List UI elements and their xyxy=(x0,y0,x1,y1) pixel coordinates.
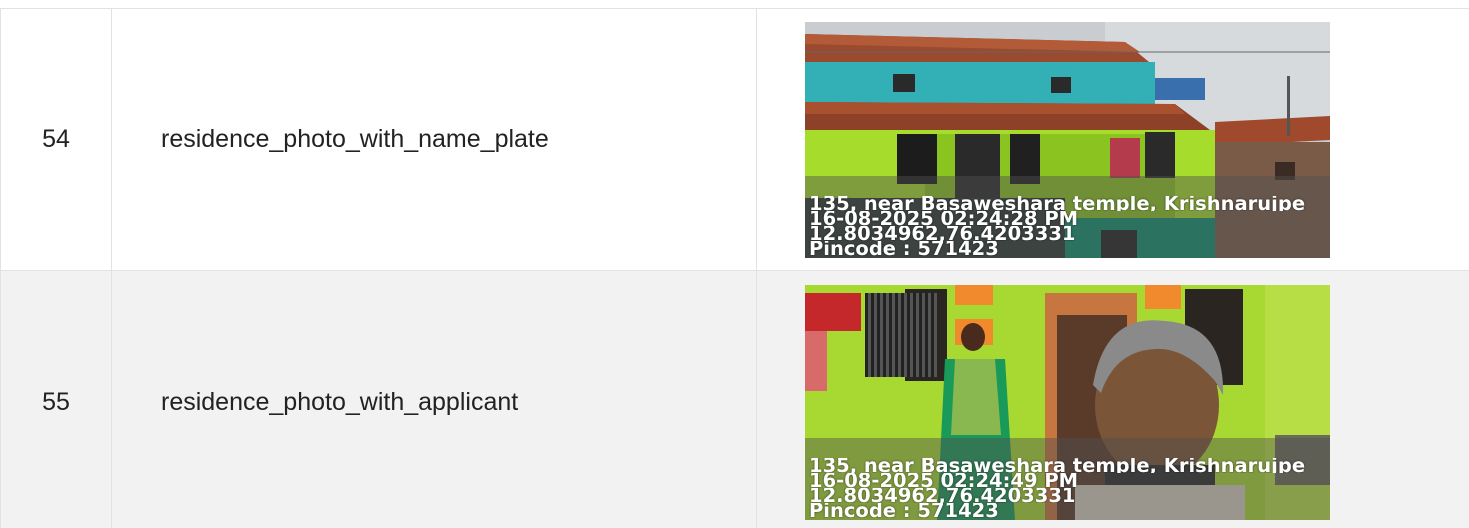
stamp-coordinates: 12.8034962,76.4203331 xyxy=(809,488,1076,503)
geotag-stamp: 135, near Basaweshara temple, Krishnaruj… xyxy=(809,458,1330,520)
stamp-coordinates: 12.8034962,76.4203331 xyxy=(809,225,1076,241)
document-name: residence_photo_with_applicant xyxy=(111,270,757,528)
stamp-address: 135, near Basaweshara temple, Krishnaruj… xyxy=(809,195,1306,211)
photo-cell: 135, near Basaweshara temple, Krishnaruj… xyxy=(756,270,1469,528)
geotag-stamp: 135, near Basaweshara temple, Krishnaruj… xyxy=(809,196,1330,258)
residence-photo[interactable]: 135, near Basaweshara temple, Krishnaruj… xyxy=(805,21,1330,258)
row-number: 55 xyxy=(0,270,112,528)
stamp-pincode: Pincode : 571423 xyxy=(809,240,999,256)
documents-table-container: 54 residence_photo_with_name_plate 135, … xyxy=(0,0,1469,528)
photo-cell: 135, near Basaweshara temple, Krishnaruj… xyxy=(756,8,1469,271)
stamp-datetime: 16-08-2025 02:24:28 PM xyxy=(809,210,1079,226)
stamp-datetime: 16-08-2025 02:24:49 PM xyxy=(809,473,1079,488)
residence-photo[interactable]: 135, near Basaweshara temple, Krishnaruj… xyxy=(805,285,1330,520)
stamp-address: 135, near Basaweshara temple, Krishnaruj… xyxy=(809,458,1306,473)
row-number: 54 xyxy=(0,8,112,271)
stamp-pincode: Pincode : 571423 xyxy=(809,503,999,518)
table-row: 55 residence_photo_with_applicant 135, n… xyxy=(0,270,1469,528)
document-name: residence_photo_with_name_plate xyxy=(111,8,757,271)
table-row: 54 residence_photo_with_name_plate 135, … xyxy=(0,8,1469,271)
documents-table: 54 residence_photo_with_name_plate 135, … xyxy=(0,8,1469,528)
